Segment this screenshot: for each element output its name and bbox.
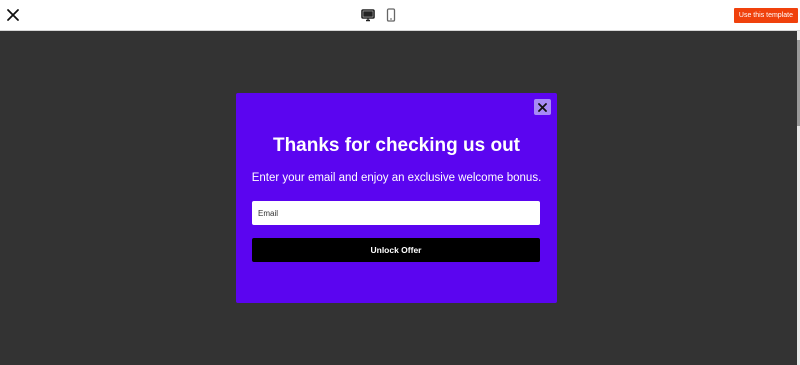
close-icon[interactable] bbox=[5, 7, 21, 23]
close-icon bbox=[538, 102, 547, 112]
use-template-button[interactable]: Use this template bbox=[733, 8, 798, 23]
signup-popup: Thanks for checking us out Enter your em… bbox=[236, 93, 557, 303]
top-toolbar: Use this template bbox=[0, 0, 800, 31]
email-input[interactable] bbox=[252, 201, 540, 225]
mobile-preview-icon[interactable] bbox=[383, 7, 399, 23]
unlock-offer-button[interactable]: Unlock Offer bbox=[252, 238, 540, 262]
popup-subtitle: Enter your email and enjoy an exclusive … bbox=[251, 172, 542, 184]
popup-title: Thanks for checking us out bbox=[272, 135, 521, 156]
desktop-preview-icon[interactable] bbox=[360, 7, 376, 23]
popup-close-button[interactable] bbox=[534, 99, 551, 115]
